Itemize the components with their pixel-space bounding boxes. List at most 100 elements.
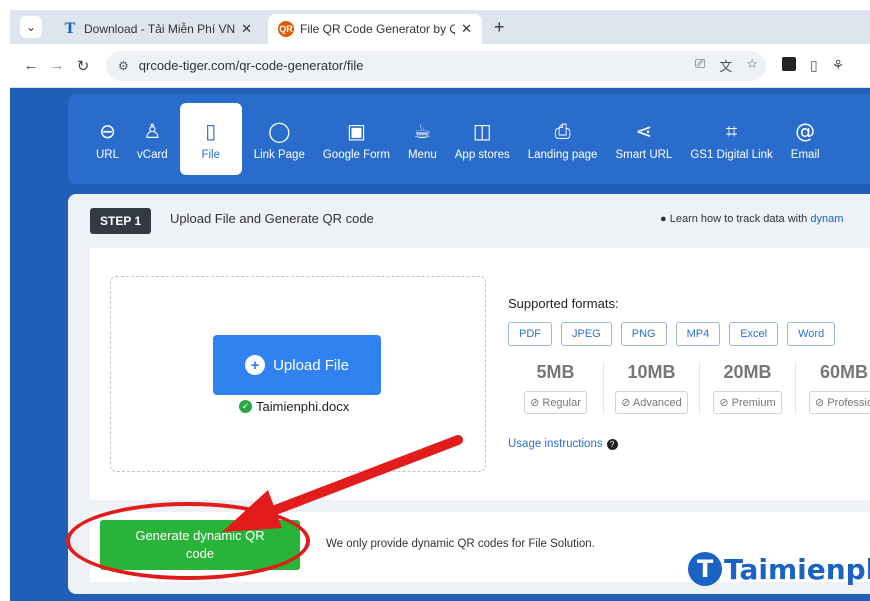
plan-professional: 60MB ⊘ Professio [796, 362, 870, 414]
new-tab-plus-icon[interactable]: + [494, 17, 505, 38]
nav-item-gs1[interactable]: ⌗ GS1 Digital Link [684, 103, 778, 175]
tab-qr-generator[interactable]: QR File QR Code Generator by QR T ✕ [268, 14, 482, 44]
profile-icon[interactable]: ⚘ [832, 57, 845, 74]
plan-tier: ⊘ Regular [524, 391, 587, 414]
url-text: qrcode-tiger.com/qr-code-generator/file [138, 58, 364, 73]
qr-type-nav: ⊖ URL ♙ vCard ▯ File ◯ Link Page ▣ Googl… [68, 94, 870, 184]
watermark-text: Taimienphi [724, 552, 870, 586]
plan-premium: 20MB ⊘ Premium [700, 362, 796, 414]
upload-file-button[interactable]: + Upload File [213, 335, 381, 395]
nav-item-vcard[interactable]: ♙ vCard [131, 103, 174, 175]
file-icon: ▯ [205, 119, 217, 143]
format-jpeg: JPEG [561, 322, 612, 346]
nav-label: Link Page [253, 149, 305, 161]
nav-label: GS1 Digital Link [690, 149, 773, 161]
google-form-icon: ▣ [346, 119, 366, 143]
learn-text: Learn how to track data with [669, 213, 808, 225]
tab-title: File QR Code Generator by QR T [300, 22, 456, 36]
file-solution-note: We only provide dynamic QR codes for Fil… [326, 538, 595, 550]
plan-size: 60MB [819, 362, 868, 382]
nav-label: Menu [407, 149, 437, 161]
nav-label: vCard [137, 149, 168, 161]
plan-tier-label: Advanced [632, 397, 682, 409]
usage-label: Usage instructions [508, 438, 603, 450]
logo-t-icon: T [688, 552, 722, 586]
plan-size: 5MB [536, 362, 575, 382]
plan-tier: ⊘ Advanced [615, 391, 688, 414]
plan-size: 10MB [627, 362, 676, 382]
reload-icon[interactable]: ↻ [70, 57, 96, 75]
plan-tier: ⊘ Premium [713, 391, 782, 414]
nav-item-email[interactable]: @ Email [785, 103, 826, 175]
nav-label: Smart URL [615, 149, 673, 161]
extension-icon[interactable] [782, 57, 796, 71]
site-settings-icon[interactable]: ⚙ [118, 59, 129, 73]
nav-item-menu[interactable]: ☕ Menu [402, 103, 443, 175]
taimienphi-watermark-logo: T Taimienphi [688, 552, 870, 586]
nav-item-link-page[interactable]: ◯ Link Page [248, 103, 311, 175]
format-pdf: PDF [508, 322, 552, 346]
plan-tier: ⊘ Professio [808, 391, 870, 414]
browser-tab-bar: ⌄ T Download - Tải Miễn Phí VN - P ✕ QR … [10, 10, 870, 44]
translate-icon[interactable]: 文 [719, 56, 732, 75]
plan-tier-label: Premium [731, 397, 776, 409]
step-badge: STEP 1 [90, 208, 152, 234]
format-png: PNG [620, 322, 667, 346]
uploaded-filename: ✓ Taimienphi.docx [239, 399, 349, 414]
info-icon: ● [660, 213, 667, 225]
bookmark-star-icon[interactable]: ☆ [746, 56, 758, 75]
gs1-barcode-icon: ⌗ [725, 119, 738, 143]
close-icon[interactable]: ✕ [241, 21, 252, 37]
html-printer-icon: ⎙ [554, 119, 571, 143]
close-icon[interactable]: ✕ [461, 21, 472, 37]
nav-label: URL [96, 149, 120, 161]
tab-search-button[interactable]: ⌄ [20, 16, 42, 38]
nav-item-smart-url[interactable]: ⋖ Smart URL [609, 103, 678, 175]
file-dropzone[interactable]: + Upload File ✓ Taimienphi.docx [110, 276, 486, 472]
qrcode-tiger-favicon-icon: QR [278, 21, 294, 37]
taimienphi-favicon-icon: T [64, 21, 76, 37]
nav-item-app-stores[interactable]: ◫ App stores [449, 103, 516, 175]
format-word: Word [787, 322, 836, 346]
formats-title: Supported formats: [508, 296, 619, 311]
person-icon: ♙ [143, 119, 162, 143]
plan-advanced: 10MB ⊘ Advanced [604, 362, 700, 414]
nav-item-landing-page[interactable]: ⎙ Landing page [522, 103, 604, 175]
reading-list-icon[interactable]: ▯ [810, 57, 818, 74]
coffee-cup-icon: ☕ [413, 119, 432, 143]
learn-tracking-link[interactable]: ● Learn how to track data with dynam [660, 213, 843, 225]
nav-label: App stores [454, 149, 510, 161]
check-icon: ✓ [239, 400, 252, 413]
plan-size: 20MB [723, 362, 772, 382]
back-arrow-icon[interactable]: ← [18, 57, 44, 74]
plan-tier-label: Professio [827, 397, 870, 409]
step-title: Upload File and Generate QR code [170, 211, 374, 226]
browser-address-bar: ← → ↻ ⚙ qrcode-tiger.com/qr-code-generat… [10, 44, 870, 88]
forward-arrow-icon[interactable]: → [44, 57, 70, 74]
nav-label: File [201, 149, 220, 161]
at-sign-icon: @ [795, 119, 816, 143]
plus-icon: + [245, 355, 266, 375]
help-icon: ? [606, 438, 618, 450]
nav-item-google-form[interactable]: ▣ Google Form [317, 103, 396, 175]
nav-item-file[interactable]: ▯ File [179, 103, 242, 175]
plan-tier-label: Regular [542, 397, 581, 409]
learn-link-text[interactable]: dynam [810, 213, 843, 225]
share-icon: ⋖ [635, 119, 653, 143]
tab-title: Download - Tải Miễn Phí VN - P [84, 22, 236, 36]
cast-icon[interactable]: ⎚ [695, 56, 705, 75]
tab-download[interactable]: T Download - Tải Miễn Phí VN - P ✕ [52, 14, 262, 44]
usage-instructions-link[interactable]: Usage instructions ? [508, 438, 618, 450]
format-list: PDF JPEG PNG MP4 Excel Word [508, 322, 836, 346]
plan-limits: 5MB ⊘ Regular 10MB ⊘ Advanced 20MB ⊘ Pre… [508, 362, 870, 414]
format-excel: Excel [729, 322, 779, 346]
nav-label: Email [790, 149, 820, 161]
url-input[interactable]: ⚙ qrcode-tiger.com/qr-code-generator/fil… [106, 50, 766, 81]
upload-panel: + Upload File ✓ Taimienphi.docx Supporte… [90, 248, 870, 500]
nav-item-url[interactable]: ⊖ URL [90, 103, 125, 175]
chat-bubble-icon: ◯ [268, 119, 291, 143]
highlight-ellipse [66, 502, 310, 580]
nav-label: Google Form [322, 149, 390, 161]
nav-label: Landing page [527, 149, 598, 161]
filename-text: Taimienphi.docx [256, 399, 350, 414]
